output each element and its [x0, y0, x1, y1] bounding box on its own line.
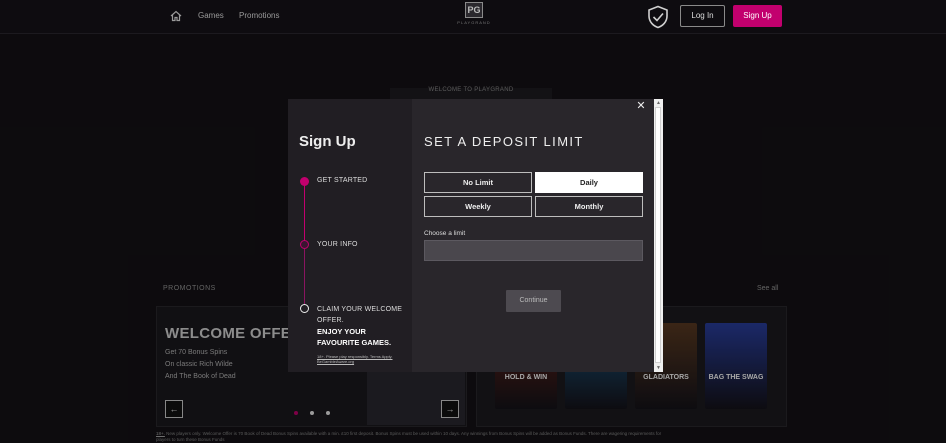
continue-button[interactable]: Continue	[506, 290, 561, 312]
step-indicator	[300, 304, 309, 313]
modal-heading: Sign Up	[299, 133, 356, 150]
step-connector	[304, 249, 305, 304]
step-indicator	[300, 240, 309, 249]
nav-games-link[interactable]: Games	[198, 11, 224, 20]
signup-button[interactable]: Sign Up	[733, 5, 782, 27]
step-connector	[304, 185, 305, 243]
no-limit-option[interactable]: No Limit	[424, 172, 532, 193]
responsible-gambling-link[interactable]: 18+. Please play responsibly. Terms Appl…	[317, 354, 407, 364]
limit-input[interactable]	[424, 240, 643, 261]
limit-field-label: Choose a limit	[424, 230, 466, 237]
signup-modal: Sign Up GET STARTED YOUR INFO CLAIM YOUR…	[288, 99, 663, 372]
site-logo[interactable]: PG PLAYGRAND	[454, 2, 494, 32]
scroll-down-icon[interactable]: ▼	[655, 365, 662, 371]
step-indicator-active	[300, 177, 309, 186]
step-subtitle: ENJOY YOUR FAVOURITE GAMES.	[317, 327, 392, 347]
close-icon[interactable]: ✕	[636, 101, 646, 112]
step-label: GET STARTED	[317, 177, 368, 184]
modal-scrollbar[interactable]: ▲ ▼	[654, 99, 663, 372]
modal-title: SET A DEPOSIT LIMIT	[424, 134, 584, 149]
weekly-option[interactable]: Weekly	[424, 196, 532, 217]
home-icon[interactable]	[170, 10, 182, 22]
nav-promotions-link[interactable]: Promotions	[239, 11, 279, 20]
monthly-option[interactable]: Monthly	[535, 196, 643, 217]
login-button[interactable]: Log In	[680, 5, 725, 27]
scroll-up-icon[interactable]: ▲	[655, 100, 662, 106]
logo-text: PLAYGRAND	[457, 20, 491, 25]
daily-option[interactable]: Daily	[535, 172, 643, 193]
shield-icon[interactable]	[647, 5, 669, 29]
logo-mark: PG	[465, 2, 483, 18]
step-label: CLAIM YOUR WELCOME OFFER.	[317, 306, 403, 324]
signup-steps-panel: Sign Up GET STARTED YOUR INFO CLAIM YOUR…	[288, 99, 412, 372]
scroll-thumb[interactable]	[655, 107, 661, 363]
top-navigation: Games Promotions PG PLAYGRAND Log In Sig…	[0, 0, 946, 34]
step-label: YOUR INFO	[317, 241, 358, 248]
